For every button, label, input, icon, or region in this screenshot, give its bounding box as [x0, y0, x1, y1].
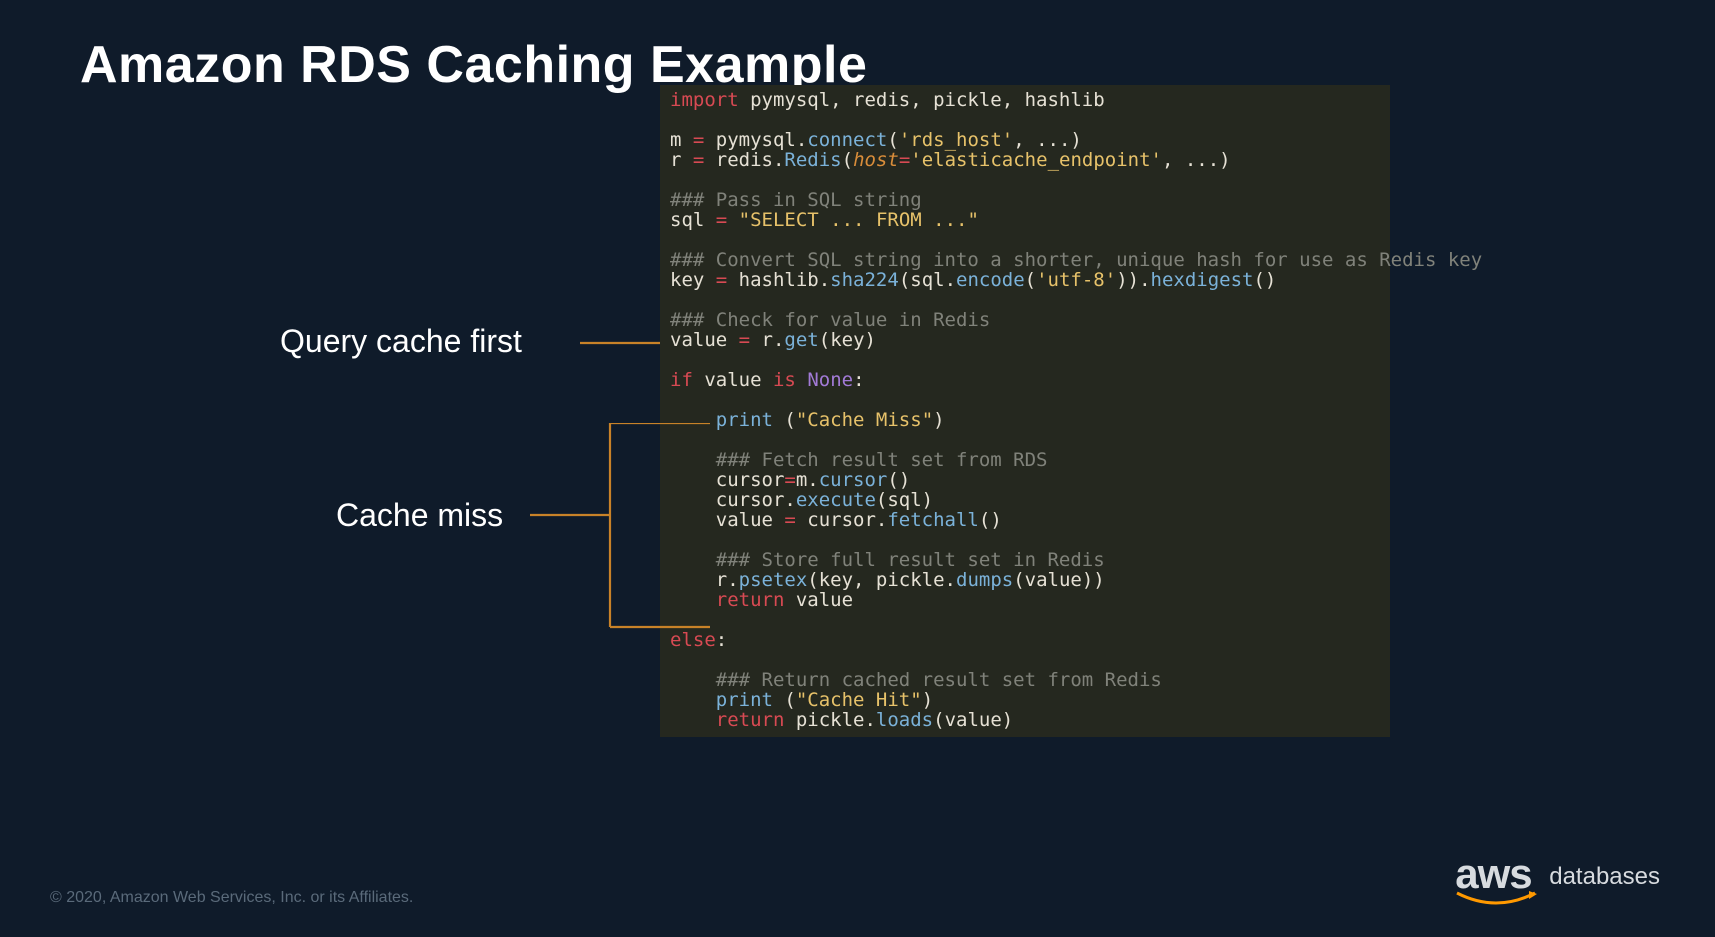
code-text: value — [693, 369, 773, 391]
code-text: (key, pickle. — [807, 569, 956, 591]
code-fn: fetchall — [887, 509, 979, 531]
code-text: ( — [773, 409, 796, 431]
code-fn: get — [784, 329, 818, 351]
code-text: redis. — [704, 149, 784, 171]
code-fn: print — [716, 689, 773, 711]
code-text: : — [853, 369, 864, 391]
code-str: "Cache Miss" — [796, 409, 933, 431]
code-text: key — [670, 269, 716, 291]
code-text: r — [670, 149, 693, 171]
code-text: ( — [887, 129, 898, 151]
code-fn: dumps — [956, 569, 1013, 591]
copyright-footer: © 2020, Amazon Web Services, Inc. or its… — [50, 889, 413, 907]
code-text: ( — [842, 149, 853, 171]
code-comment: ### Convert SQL string into a shorter, u… — [670, 249, 1482, 271]
code-op: = — [784, 509, 795, 531]
code-fn: Redis — [784, 149, 841, 171]
aws-wordmark: aws — [1455, 853, 1537, 909]
code-text: : — [716, 629, 727, 651]
code-text: r. — [750, 329, 784, 351]
code-text: () — [887, 469, 910, 491]
code-text: value — [670, 329, 739, 351]
code-text: hashlib. — [727, 269, 830, 291]
code-text: ) — [922, 689, 933, 711]
code-text: (sql. — [899, 269, 956, 291]
code-comment: ### Pass in SQL string — [670, 189, 922, 211]
code-op: = — [693, 149, 704, 171]
code-text — [727, 209, 738, 231]
code-op: = — [899, 149, 910, 171]
code-fn: loads — [876, 709, 933, 731]
code-text: () — [1253, 269, 1276, 291]
annotation-query-cache-first: Query cache first — [280, 323, 522, 360]
code-text: sql — [670, 209, 716, 231]
connector-line-1 — [580, 341, 660, 345]
code-text: , ...) — [1013, 129, 1082, 151]
code-text — [796, 369, 807, 391]
code-kw: if — [670, 369, 693, 391]
code-kw: import — [670, 89, 739, 111]
code-text: ( — [773, 689, 796, 711]
code-text: value — [784, 589, 853, 611]
code-kw: is — [773, 369, 796, 391]
code-text: )). — [1116, 269, 1150, 291]
code-op: = — [739, 329, 750, 351]
code-text: ) — [933, 409, 944, 431]
code-comment: ### Store full result set in Redis — [670, 549, 1105, 571]
code-text: m — [670, 129, 693, 151]
code-text — [670, 709, 716, 731]
code-str: 'elasticache_endpoint' — [910, 149, 1162, 171]
content-area: Query cache first Cache miss import pymy… — [0, 85, 1715, 737]
logo-subtext: databases — [1549, 863, 1660, 909]
code-fn: execute — [796, 489, 876, 511]
code-fn: print — [716, 409, 773, 431]
code-text: (key) — [819, 329, 876, 351]
code-text: , ...) — [1162, 149, 1231, 171]
aws-text: aws — [1455, 853, 1537, 895]
code-text: cursor. — [796, 509, 888, 531]
code-fn: cursor — [819, 469, 888, 491]
code-str: "Cache Hit" — [796, 689, 922, 711]
code-fn: connect — [807, 129, 887, 151]
code-str: 'utf-8' — [1036, 269, 1116, 291]
aws-logo: aws databases — [1455, 853, 1660, 909]
code-text: pickle. — [784, 709, 876, 731]
code-str: "SELECT ... FROM ..." — [739, 209, 979, 231]
code-op: = — [716, 269, 727, 291]
code-arg: host — [853, 149, 899, 171]
code-text: pymysql, redis, pickle, hashlib — [739, 89, 1105, 111]
code-comment: ### Fetch result set from RDS — [670, 449, 1048, 471]
code-text: ( — [1025, 269, 1036, 291]
code-op: = — [693, 129, 704, 151]
code-fn: hexdigest — [1151, 269, 1254, 291]
code-text: () — [979, 509, 1002, 531]
code-text — [670, 689, 716, 711]
code-text: (value)) — [1013, 569, 1105, 591]
code-none: None — [807, 369, 853, 391]
code-op: = — [716, 209, 727, 231]
code-block: import pymysql, redis, pickle, hashlib m… — [660, 85, 1390, 737]
code-text: m. — [796, 469, 819, 491]
code-str: 'rds_host' — [899, 129, 1013, 151]
code-fn: encode — [956, 269, 1025, 291]
code-comment: ### Return cached result set from Redis — [670, 669, 1162, 691]
code-fn: psetex — [739, 569, 808, 591]
code-text: pymysql. — [704, 129, 807, 151]
code-fn: sha224 — [830, 269, 899, 291]
code-text: (value) — [933, 709, 1013, 731]
slide-title: Amazon RDS Caching Example — [0, 0, 1715, 95]
code-kw: return — [716, 589, 785, 611]
annotation-column: Query cache first Cache miss — [0, 85, 660, 737]
code-kw: return — [716, 709, 785, 731]
code-comment: ### Check for value in Redis — [670, 309, 990, 331]
code-op: = — [784, 469, 795, 491]
code-text: (sql) — [876, 489, 933, 511]
annotation-cache-miss: Cache miss — [336, 497, 503, 534]
connector-bracket — [530, 423, 710, 635]
